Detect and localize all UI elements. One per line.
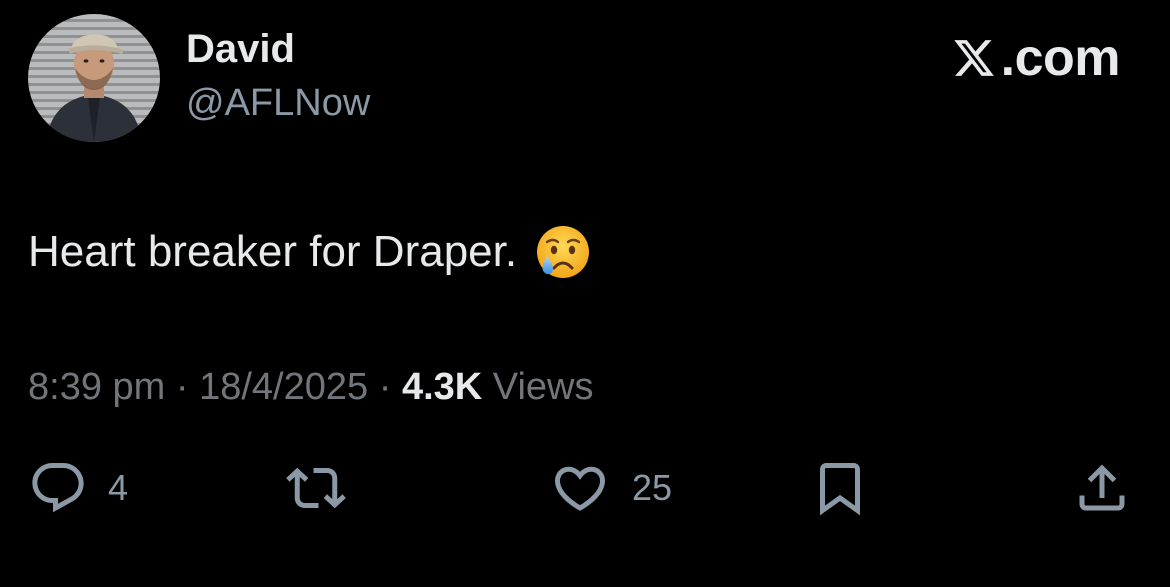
views-label: Views bbox=[492, 366, 594, 408]
tweet-meta: 8:39 pm · 18/4/2025 · 4.3K Views bbox=[28, 364, 593, 410]
like-count: 25 bbox=[632, 467, 673, 508]
author-handle[interactable]: @AFLNow bbox=[186, 80, 370, 126]
avatar[interactable] bbox=[28, 14, 160, 142]
brand-text: .com bbox=[1000, 29, 1121, 87]
reply-icon bbox=[32, 463, 84, 513]
tweet-text: Heart breaker for Draper. bbox=[28, 227, 518, 276]
tweet-time[interactable]: 8:39 pm bbox=[28, 366, 165, 408]
bookmark-icon bbox=[820, 463, 860, 516]
crying-face-icon bbox=[537, 226, 590, 278]
share-icon bbox=[1079, 464, 1125, 511]
reply-count: 4 bbox=[108, 467, 129, 508]
share-button[interactable] bbox=[1072, 458, 1132, 518]
bookmark-button[interactable] bbox=[808, 458, 872, 518]
meta-separator: · bbox=[175, 366, 189, 408]
brand-logo: .com bbox=[951, 29, 1121, 87]
tweet-date[interactable]: 18/4/2025 bbox=[199, 366, 368, 408]
like-button[interactable]: 25 bbox=[548, 458, 672, 518]
reply-button[interactable]: 4 bbox=[28, 458, 128, 518]
x-logo-icon bbox=[953, 40, 994, 76]
repost-icon bbox=[286, 467, 346, 509]
profile-photo bbox=[28, 14, 160, 142]
repost-button[interactable] bbox=[284, 458, 348, 518]
author-display-name[interactable]: David bbox=[186, 26, 295, 72]
views-count: 4.3K bbox=[401, 366, 483, 408]
tweet-body: Heart breaker for Draper. bbox=[28, 224, 591, 280]
heart-icon bbox=[554, 466, 606, 511]
meta-separator: · bbox=[378, 366, 392, 408]
